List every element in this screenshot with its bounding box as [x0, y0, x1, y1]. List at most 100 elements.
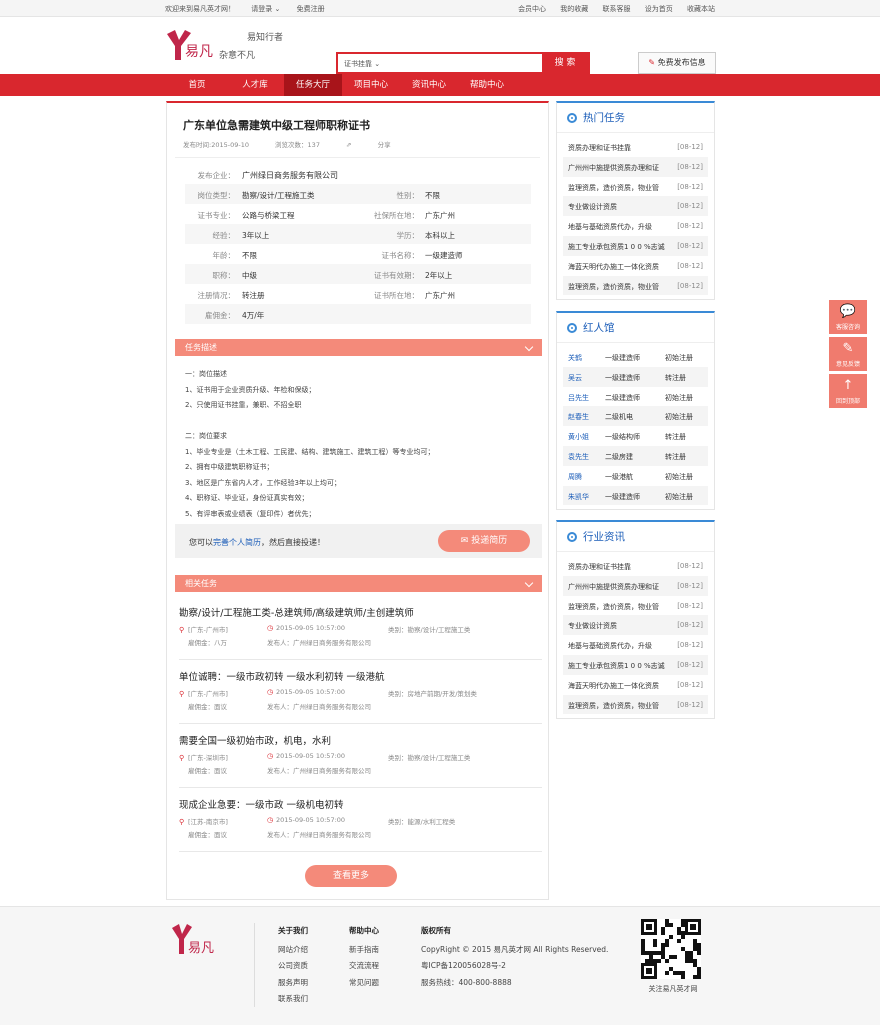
list-item[interactable]: 关鹤 一级建造师 初始注册	[563, 347, 708, 367]
feedback-button[interactable]: ✎ 意见反馈	[829, 337, 867, 371]
bookmark-site-link[interactable]: 收藏本站	[687, 5, 715, 13]
field-value: 公路与桥梁工程	[242, 211, 295, 220]
company-value[interactable]: 广州绿日商务服务有限公司	[242, 170, 338, 181]
list-item-name[interactable]: 地基与基础资质代办，升级	[568, 222, 652, 232]
list-item[interactable]: 吕先生 二级建造师 初始注册	[563, 387, 708, 407]
member-center-link[interactable]: 会员中心	[518, 5, 546, 13]
list-item[interactable]: 吴云 一级建造师 转注册	[563, 366, 708, 387]
list-item[interactable]: 广州州中施提供资质办理和证 [08-12]	[563, 156, 708, 177]
back-to-top-button[interactable]: ↑ 回到顶部	[829, 374, 867, 408]
list-item[interactable]: 袁先生 二级房建 转注册	[563, 445, 708, 466]
footer-link[interactable]: 联系我们	[278, 991, 308, 1008]
nav-talent[interactable]: 人才库	[226, 74, 284, 96]
footer-link[interactable]: 公司资质	[278, 958, 308, 975]
task-description-header[interactable]: 任务描述	[175, 339, 542, 356]
list-item[interactable]: 监理资质，造价资质，物业管 [08-12]	[563, 275, 708, 296]
info-row: 经验： 3年以上 学历： 本科以上	[185, 224, 531, 244]
list-item-name[interactable]: 监理资质，造价资质，物业管	[568, 701, 659, 711]
list-item[interactable]: 海蓝天明代办施工一体化资质 [08-12]	[563, 256, 708, 276]
footer-link[interactable]: 新手指南	[349, 942, 379, 959]
related-task-title[interactable]: 单位诚聘：一级市政初转 一级水利初转 一级港航	[179, 669, 385, 683]
list-item[interactable]: 单位诚聘：一级市政初转 一级水利初转 一级港航 ⚲ [广东-广州市] ◷ 2015-0…	[179, 660, 542, 724]
list-item-name[interactable]: 施工专业承包资质1 0 0 %志诚	[568, 242, 665, 252]
login-link[interactable]: 请登录 ⌄	[251, 5, 280, 13]
list-item-name[interactable]: 广州州中施提供资质办理和证	[568, 163, 659, 173]
related-task-title[interactable]: 需要全国一级初始市政，机电，水利	[179, 733, 331, 747]
logo-text: 易凡	[185, 44, 213, 60]
apply-box: 您可以完善个人简历，然后直接投递！ ✉ 投递简历	[175, 524, 542, 558]
qr-module	[661, 947, 665, 951]
list-item[interactable]: 资质办理和证书挂靠 [08-12]	[563, 556, 708, 576]
related-tasks-header[interactable]: 相关任务	[175, 575, 542, 592]
set-homepage-link[interactable]: 设为首页	[645, 5, 673, 13]
list-item-name[interactable]: 关鹤	[568, 353, 582, 363]
list-item[interactable]: 监理资质，造价资质，物业管 [08-12]	[563, 596, 708, 616]
list-item[interactable]: 专业做设计资质 [08-12]	[563, 615, 708, 636]
list-item[interactable]: 赵春生 二级机电 初始注册	[563, 406, 708, 427]
list-item-name[interactable]: 赵春生	[568, 412, 589, 422]
submit-resume-button[interactable]: ✉ 投递简历	[438, 530, 530, 552]
publish-info-button[interactable]: ✎ 免费发布信息	[638, 52, 716, 74]
qr-module	[677, 939, 681, 943]
list-item[interactable]: 施工专业承包资质1 0 0 %志诚 [08-12]	[563, 654, 708, 675]
footer-link[interactable]: 服务声明	[278, 975, 308, 992]
view-more-button[interactable]: 查看更多	[305, 865, 397, 887]
list-item[interactable]: 海蓝天明代办施工一体化资质 [08-12]	[563, 675, 708, 695]
location-pin-icon: ⚲	[179, 626, 185, 634]
list-item[interactable]: 专业做设计资质 [08-12]	[563, 196, 708, 217]
list-item-name[interactable]: 监理资质，造价资质，物业管	[568, 282, 659, 292]
footer-link[interactable]: 交流流程	[349, 958, 379, 975]
list-item-name[interactable]: 袁先生	[568, 452, 589, 462]
footer-link[interactable]: 网站介绍	[278, 942, 308, 959]
list-item-name[interactable]: 监理资质，造价资质，物业管	[568, 602, 659, 612]
list-item-name[interactable]: 海蓝天明代办施工一体化资质	[568, 262, 659, 272]
related-task-title[interactable]: 勘察/设计/工程施工类-总建筑师/高级建筑师/主创建筑师	[179, 605, 414, 619]
list-item[interactable]: 勘察/设计/工程施工类-总建筑师/高级建筑师/主创建筑师 ⚲ [广东-广州市] ◷ 2…	[179, 596, 542, 660]
list-item[interactable]: 广州州中施提供资质办理和证 [08-12]	[563, 575, 708, 596]
list-item-name[interactable]: 监理资质，造价资质，物业管	[568, 183, 659, 193]
list-item[interactable]: 地基与基础资质代办，升级 [08-12]	[563, 216, 708, 236]
contact-service-link[interactable]: 联系客服	[603, 5, 631, 13]
complete-resume-link[interactable]: 完善个人简历	[213, 538, 261, 547]
list-item[interactable]: 资质办理和证书挂靠 [08-12]	[563, 137, 708, 157]
nav-projects[interactable]: 项目中心	[342, 74, 400, 96]
list-item-date: [08-12]	[677, 641, 703, 650]
nav-news[interactable]: 资讯中心	[400, 74, 458, 96]
share-button[interactable]: ⇗ 分享	[346, 141, 415, 149]
list-item-name[interactable]: 海蓝天明代办施工一体化资质	[568, 681, 659, 691]
list-item-name[interactable]: 地基与基础资质代办，升级	[568, 641, 652, 651]
nav-home[interactable]: 首页	[168, 74, 226, 96]
list-item-name[interactable]: 朱凯华	[568, 492, 589, 502]
nav-help[interactable]: 帮助中心	[458, 74, 516, 96]
list-item-name[interactable]: 广州州中施提供资质办理和证	[568, 582, 659, 592]
list-item[interactable]: 监理资质，造价资质，物业管 [08-12]	[563, 694, 708, 715]
related-task-title[interactable]: 现成企业急要：一级市政 一级机电初转	[179, 797, 344, 811]
list-item-name[interactable]: 吕先生	[568, 393, 589, 403]
list-item[interactable]: 黄小姐 一级结构师 转注册	[563, 426, 708, 446]
site-logo[interactable]: 易凡 易知行者 杂意不凡	[165, 26, 293, 66]
target-icon	[567, 323, 577, 333]
list-item[interactable]: 需要全国一级初始市政，机电，水利 ⚲ [广东-深圳市] ◷ 2015-09-05 10…	[179, 724, 542, 788]
list-item[interactable]: 监理资质，造价资质，物业管 [08-12]	[563, 177, 708, 197]
footer-logo[interactable]: 易凡	[170, 922, 230, 966]
search-button[interactable]: 搜 索	[542, 54, 588, 72]
list-item-name[interactable]: 专业做设计资质	[568, 621, 617, 631]
list-item-name[interactable]: 黄小姐	[568, 432, 589, 442]
list-item[interactable]: 朱凯华 一级建造师 初始注册	[563, 485, 708, 506]
list-item[interactable]: 施工专业承包资质1 0 0 %志诚 [08-12]	[563, 235, 708, 256]
list-item-name[interactable]: 周腾	[568, 472, 582, 482]
register-link[interactable]: 免费注册	[297, 5, 325, 13]
list-item[interactable]: 地基与基础资质代办，升级 [08-12]	[563, 635, 708, 655]
nav-task-hall[interactable]: 任务大厅	[284, 74, 342, 96]
list-item-name[interactable]: 资质办理和证书挂靠	[568, 562, 631, 572]
list-item-name[interactable]: 吴云	[568, 373, 582, 383]
footer-link[interactable]: 常见问题	[349, 975, 379, 992]
customer-service-button[interactable]: 💬 客服咨询	[829, 300, 867, 334]
list-item-name[interactable]: 施工专业承包资质1 0 0 %志诚	[568, 661, 665, 671]
search-category-select[interactable]: 证书挂靠 ⌄	[344, 59, 380, 69]
favorites-link[interactable]: 我的收藏	[560, 5, 588, 13]
list-item-name[interactable]: 专业做设计资质	[568, 202, 617, 212]
list-item[interactable]: 周腾 一级港航 初始注册	[563, 466, 708, 486]
list-item[interactable]: 现成企业急要：一级市政 一级机电初转 ⚲ [江苏-南京市] ◷ 2015-09-05 …	[179, 788, 542, 852]
list-item-name[interactable]: 资质办理和证书挂靠	[568, 143, 631, 153]
